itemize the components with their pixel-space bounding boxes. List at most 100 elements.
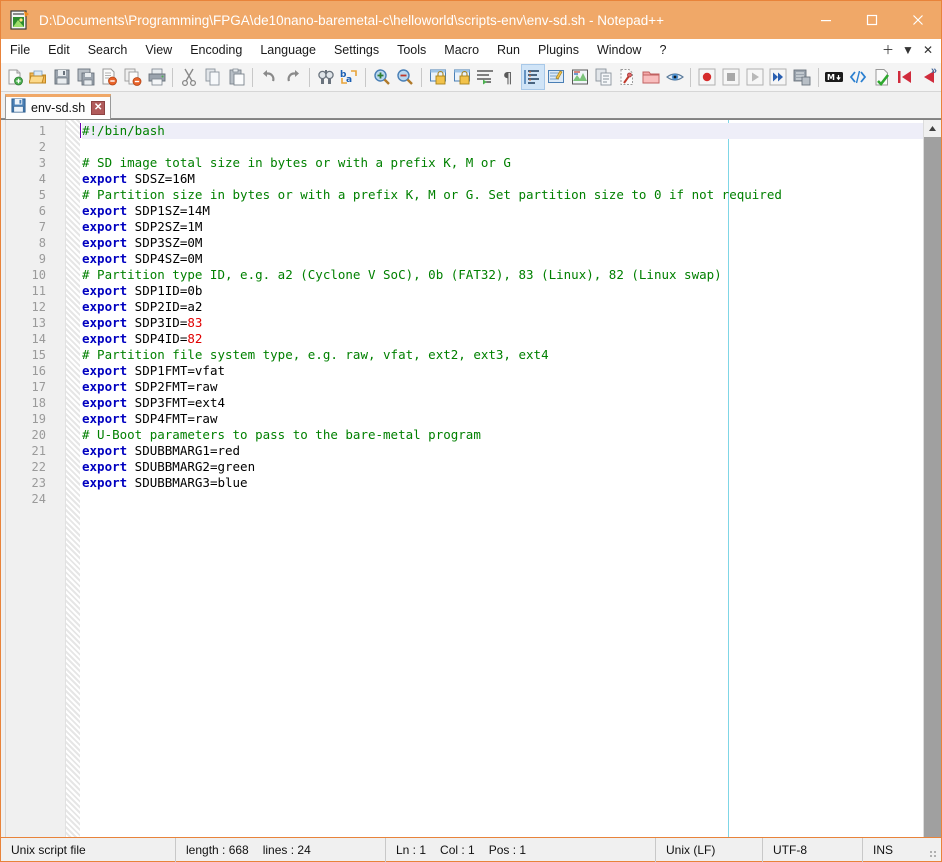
menu-help[interactable]: ? xyxy=(650,39,675,62)
code-line[interactable]: export SDP2ID=a2 xyxy=(82,299,923,315)
code-content[interactable]: #!/bin/bash # SD image total size in byt… xyxy=(80,120,923,837)
redo-icon[interactable] xyxy=(281,64,305,90)
code-line[interactable]: export SDUBBMARG2=green xyxy=(82,459,923,475)
code-line[interactable] xyxy=(82,139,923,155)
code-line[interactable]: export SDP3ID=83 xyxy=(82,315,923,331)
menu-search[interactable]: Search xyxy=(79,39,137,62)
function-list-icon[interactable] xyxy=(592,64,616,90)
save-macro-icon[interactable] xyxy=(790,64,814,90)
html-code-icon[interactable] xyxy=(846,64,870,90)
add-tab-icon[interactable]: ＋ xyxy=(879,39,897,62)
scroll-up-button[interactable] xyxy=(924,120,941,137)
menu-edit[interactable]: Edit xyxy=(39,39,79,62)
menu-window[interactable]: Window xyxy=(588,39,650,62)
stop-macro-icon[interactable] xyxy=(719,64,743,90)
copy-icon[interactable] xyxy=(201,64,225,90)
show-all-characters-icon[interactable]: ¶ xyxy=(497,64,521,90)
record-macro-icon[interactable] xyxy=(695,64,719,90)
previous-marker-icon[interactable] xyxy=(917,64,941,90)
code-line[interactable]: # Partition file system type, e.g. raw, … xyxy=(82,347,923,363)
menu-run[interactable]: Run xyxy=(488,39,529,62)
close-all-documents-icon[interactable] xyxy=(121,64,145,90)
scrollbar-track[interactable] xyxy=(924,137,941,837)
code-line[interactable]: #!/bin/bash xyxy=(82,123,923,139)
find-icon[interactable] xyxy=(314,64,338,90)
save-icon[interactable] xyxy=(50,64,74,90)
replace-icon[interactable]: b a xyxy=(337,64,361,90)
code-line[interactable]: export SDP4SZ=0M xyxy=(82,251,923,267)
menu-settings[interactable]: Settings xyxy=(325,39,388,62)
code-token-kw: export xyxy=(82,411,127,426)
line-number: 23 xyxy=(6,475,46,491)
code-line[interactable]: # Partition size in bytes or with a pref… xyxy=(82,187,923,203)
close-tab-icon[interactable]: ✕ xyxy=(919,39,937,62)
bookmark-margin[interactable] xyxy=(66,120,80,837)
word-wrap-icon[interactable] xyxy=(474,64,498,90)
status-insert-mode: INS xyxy=(863,838,919,862)
check-document-icon[interactable] xyxy=(870,64,894,90)
menu-file[interactable]: File xyxy=(1,39,39,62)
code-line[interactable]: # Partition type ID, e.g. a2 (Cyclone V … xyxy=(82,267,923,283)
sync-vertical-scroll-icon[interactable] xyxy=(426,64,450,90)
code-line[interactable]: export SDP3SZ=0M xyxy=(82,235,923,251)
folder-as-workspace-icon[interactable] xyxy=(639,64,663,90)
undo-icon[interactable] xyxy=(257,64,281,90)
maximize-button[interactable] xyxy=(849,1,895,39)
indent-guide-icon[interactable] xyxy=(521,64,545,90)
save-all-icon[interactable] xyxy=(74,64,98,90)
text-caret xyxy=(80,123,81,138)
zoom-in-icon[interactable] xyxy=(370,64,394,90)
menu-tools[interactable]: Tools xyxy=(388,39,435,62)
minimize-button[interactable] xyxy=(803,1,849,39)
code-line[interactable]: export SDP1SZ=14M xyxy=(82,203,923,219)
code-line[interactable]: export SDP2SZ=1M xyxy=(82,219,923,235)
close-button[interactable] xyxy=(895,1,941,39)
code-line[interactable]: export SDP1FMT=vfat xyxy=(82,363,923,379)
code-line[interactable]: export SDP1ID=0b xyxy=(82,283,923,299)
code-line[interactable]: export SDSZ=16M xyxy=(82,171,923,187)
chevron-down-icon[interactable]: ▼ xyxy=(899,39,917,62)
user-defined-language-icon[interactable] xyxy=(545,64,569,90)
code-line[interactable]: # U-Boot parameters to pass to the bare-… xyxy=(82,427,923,443)
code-line[interactable]: export SDP4ID=82 xyxy=(82,331,923,347)
code-line[interactable]: export SDP3FMT=ext4 xyxy=(82,395,923,411)
code-line[interactable]: export SDUBBMARG1=red xyxy=(82,443,923,459)
menu-macro[interactable]: Macro xyxy=(435,39,488,62)
resize-grip[interactable] xyxy=(919,838,941,862)
vertical-scrollbar[interactable] xyxy=(923,120,941,837)
sync-horizontal-scroll-icon[interactable] xyxy=(450,64,474,90)
code-token-plain: SDUBBMARG3=blue xyxy=(127,475,247,490)
new-file-icon[interactable] xyxy=(3,64,27,90)
cut-icon[interactable] xyxy=(177,64,201,90)
markdown-icon[interactable]: M xyxy=(823,64,847,90)
document-map-icon[interactable] xyxy=(568,64,592,90)
code-line[interactable]: export SDP4FMT=raw xyxy=(82,411,923,427)
code-line[interactable]: # SD image total size in bytes or with a… xyxy=(82,155,923,171)
first-marker-icon[interactable] xyxy=(894,64,918,90)
play-macro-icon[interactable] xyxy=(743,64,767,90)
menu-language[interactable]: Language xyxy=(251,39,325,62)
menu-plugins[interactable]: Plugins xyxy=(529,39,588,62)
menu-encoding[interactable]: Encoding xyxy=(181,39,251,62)
toolbar-overflow-icon[interactable]: » xyxy=(931,65,937,77)
fold-margin[interactable] xyxy=(51,120,66,837)
line-number: 11 xyxy=(6,283,46,299)
print-icon[interactable] xyxy=(145,64,169,90)
code-line[interactable]: export SDP2FMT=raw xyxy=(82,379,923,395)
run-macro-multiple-icon[interactable] xyxy=(766,64,790,90)
code-line[interactable] xyxy=(82,491,923,507)
zoom-out-icon[interactable] xyxy=(394,64,418,90)
open-file-icon[interactable] xyxy=(27,64,51,90)
code-token-plain: SDP4FMT=raw xyxy=(127,411,217,426)
document-switcher-icon[interactable] xyxy=(615,64,639,90)
tab-env-sd-sh[interactable]: env-sd.sh ✕ xyxy=(5,94,111,119)
paste-icon[interactable] xyxy=(225,64,249,90)
close-document-icon[interactable] xyxy=(98,64,122,90)
menu-view[interactable]: View xyxy=(136,39,181,62)
code-token-kw: export xyxy=(82,299,127,314)
line-number: 17 xyxy=(6,379,46,395)
toolbar-separator xyxy=(421,68,422,87)
code-line[interactable]: export SDUBBMARG3=blue xyxy=(82,475,923,491)
close-icon[interactable]: ✕ xyxy=(91,101,105,115)
monitoring-icon[interactable] xyxy=(663,64,687,90)
